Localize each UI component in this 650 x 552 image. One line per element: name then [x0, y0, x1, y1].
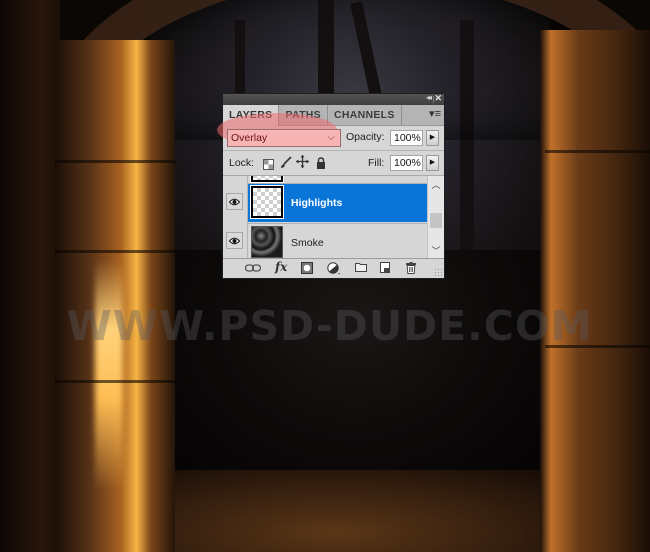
scrollbar-thumb[interactable] [430, 213, 442, 228]
brick-joint [55, 380, 175, 383]
layer-thumbnail [250, 176, 284, 183]
fx-icon[interactable]: fx [275, 260, 287, 274]
new-layer-icon[interactable] [380, 262, 390, 276]
tab-channels[interactable]: CHANNELS [328, 105, 402, 125]
layer-name: Highlights [291, 197, 343, 209]
layer-row-smoke[interactable]: Smoke [248, 223, 429, 258]
panel-titlebar[interactable]: ◂◂ ✕ [223, 93, 444, 105]
resize-grip[interactable] [434, 268, 442, 276]
fill-slider-button[interactable]: ▶ [426, 155, 439, 171]
right-stone-pillar [540, 30, 650, 552]
blend-mode-value: Overlay [231, 132, 268, 144]
panel-menu-icon[interactable]: ▾≡ [429, 109, 441, 120]
lock-position-icon[interactable] [296, 155, 309, 173]
adjustment-layer-icon[interactable] [327, 262, 341, 278]
new-group-icon[interactable] [355, 262, 367, 275]
collapse-panel-icon[interactable]: ◂◂ [426, 93, 432, 102]
lock-fill-row: Lock: Fill: 100% ▶ [223, 151, 444, 176]
brick-joint [55, 160, 175, 163]
blend-opacity-row: Overlay ⌵ Opacity: 100% ▶ [217, 113, 444, 151]
visibility-toggle-highlights[interactable] [226, 193, 243, 210]
layer-thumbnail [250, 185, 284, 219]
eye-icon [229, 237, 240, 244]
trash-icon[interactable] [406, 262, 416, 277]
close-panel-icon[interactable]: ✕ [434, 93, 442, 104]
panel-footer: fx [223, 258, 444, 278]
brick-joint [55, 250, 175, 253]
opacity-input[interactable]: 100% [390, 130, 423, 146]
visibility-toggle-smoke[interactable] [226, 232, 243, 249]
fill-label: Fill: [368, 157, 385, 169]
left-pillar-light [95, 260, 123, 490]
lock-label: Lock: [229, 157, 255, 169]
opacity-label: Opacity: [346, 131, 385, 143]
lock-transparency-icon[interactable] [263, 157, 274, 175]
fill-input[interactable]: 100% [390, 155, 423, 171]
scroll-up-icon[interactable]: ︿ [428, 178, 444, 191]
eye-icon [229, 198, 240, 205]
layer-row-partial[interactable] [248, 176, 429, 184]
blend-mode-dropdown[interactable]: Overlay ⌵ [227, 129, 341, 147]
layers-list: Highlights Smoke ︿ ﹀ [223, 176, 444, 258]
brick-joint [545, 150, 650, 153]
lock-image-pixels-icon[interactable] [280, 156, 292, 174]
dark-doorway [170, 250, 540, 480]
watermark-text: WWW.PSD-DUDE.COM [66, 302, 593, 350]
layer-row-highlights[interactable]: Highlights [248, 184, 429, 222]
scroll-down-icon[interactable]: ﹀ [428, 244, 444, 257]
layers-panel: ◂◂ ✕ LAYERS PATHS CHANNELS ▾≡ Overlay ⌵ … [217, 93, 445, 279]
chevron-down-icon: ⌵ [327, 132, 335, 143]
layer-name: Smoke [291, 237, 324, 249]
layer-mask-icon[interactable] [301, 262, 313, 277]
left-wall [0, 0, 60, 552]
lock-all-icon[interactable] [316, 156, 326, 174]
layer-thumbnail [251, 226, 283, 258]
link-layers-icon[interactable] [244, 264, 262, 275]
layers-scrollbar[interactable]: ︿ ﹀ [427, 176, 444, 258]
opacity-slider-button[interactable]: ▶ [426, 130, 439, 146]
